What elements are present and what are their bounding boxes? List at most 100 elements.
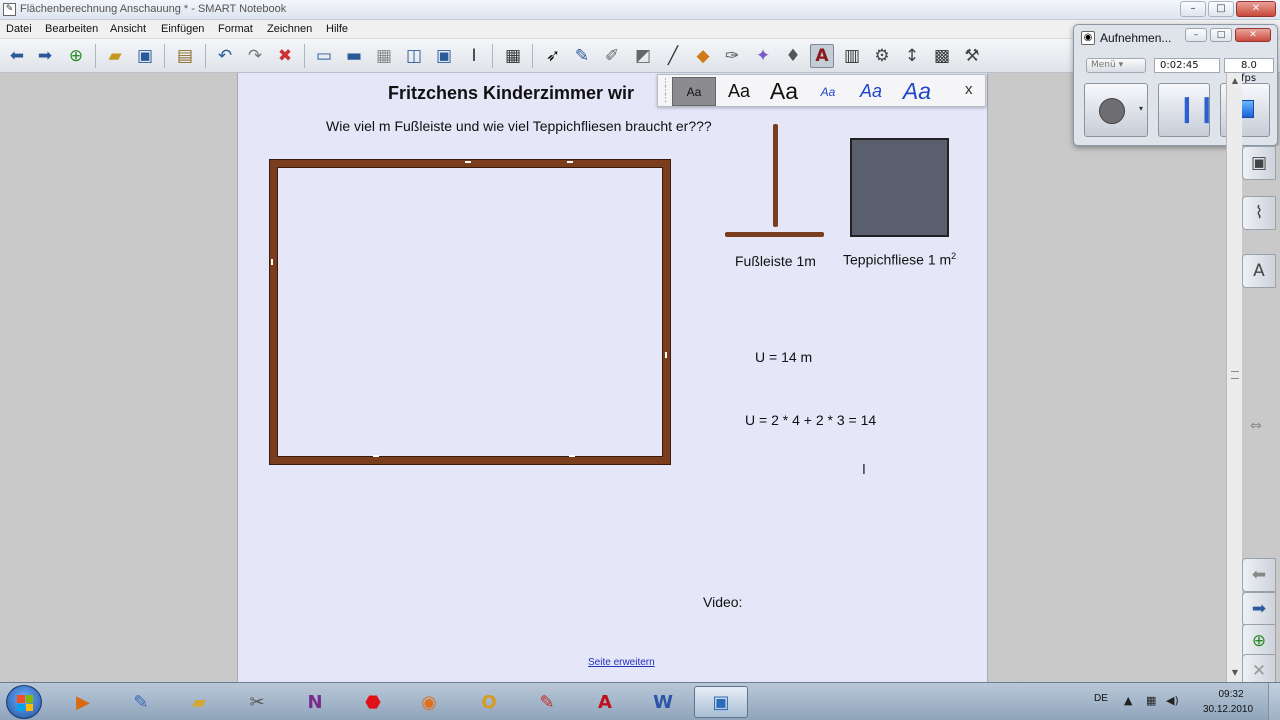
fill-icon[interactable]: ♦ (781, 44, 805, 68)
font-style-small-selected[interactable]: Aa (672, 77, 716, 106)
scroll-down-icon[interactable]: ▼ (1227, 665, 1243, 681)
font-style-large[interactable]: Aa (762, 77, 806, 106)
attachments-tab-icon[interactable]: ⌇ (1242, 196, 1276, 230)
show-desktop-button[interactable] (1268, 683, 1280, 720)
extra-tools-icon[interactable]: ⚒ (960, 44, 984, 68)
volume-icon[interactable]: ◀) (1166, 694, 1179, 707)
shapes-icon[interactable]: ◆ (691, 44, 715, 68)
carpet-tile-label[interactable]: Teppichfliese 1 m2 (843, 251, 956, 268)
baseboard-label[interactable]: Fußleiste 1m (735, 253, 816, 269)
close-button[interactable]: ✕ (1236, 1, 1276, 17)
select-arrow-icon[interactable]: ➶ (541, 44, 565, 68)
recorder-maximize-button[interactable]: □ (1210, 28, 1232, 42)
room-floor-plan[interactable] (270, 160, 670, 464)
video-label[interactable]: Video: (703, 594, 742, 610)
back-arrow-icon[interactable]: ⬅ (5, 44, 29, 68)
notebook-page[interactable]: Fritzchens Kinderzimmer wir Wie viel m F… (237, 73, 988, 682)
recorder-close-button[interactable]: ✕ (1235, 28, 1271, 42)
undo-icon[interactable]: ↶ (213, 44, 237, 68)
sidebar-add-page-icon[interactable]: ⊕ (1242, 624, 1276, 658)
save-icon[interactable]: ▣ (133, 44, 157, 68)
network-icon[interactable]: ▦ (1146, 694, 1156, 707)
font-style-blue-small-italic[interactable]: Aa (808, 77, 848, 106)
stop-app-icon[interactable]: ⬣ (346, 686, 400, 718)
table-icon[interactable]: ▦ (501, 44, 525, 68)
record-button[interactable]: ▾ (1084, 83, 1148, 137)
carpet-tile[interactable] (850, 138, 949, 237)
page-sorter-tab-icon[interactable]: ▣ (1242, 146, 1276, 180)
sidebar-forward-icon[interactable]: ➡ (1242, 592, 1276, 626)
onenote-icon[interactable]: N (288, 686, 342, 718)
menu-ansicht[interactable]: Ansicht (110, 23, 146, 35)
redo-icon[interactable]: ↷ (243, 44, 267, 68)
forward-arrow-icon[interactable]: ➡ (33, 44, 57, 68)
file-explorer-icon[interactable]: ▰ (172, 686, 226, 718)
add-page-icon[interactable]: ⊕ (64, 44, 88, 68)
menu-bearbeiten[interactable]: Bearbeiten (45, 23, 98, 35)
delete-icon[interactable]: ✖ (273, 44, 297, 68)
screen-shade-icon[interactable]: ▭ (312, 44, 336, 68)
eraser-icon[interactable]: ◩ (631, 44, 655, 68)
sidebar-back-icon[interactable]: ⬅ (1242, 558, 1276, 592)
measure-icon[interactable]: ⚙ (870, 44, 894, 68)
text-cursor-icon[interactable]: I (462, 44, 486, 68)
dual-page-icon[interactable]: ◫ (402, 44, 426, 68)
video-icon[interactable]: ▩ (930, 44, 954, 68)
recorder-minimize-button[interactable]: – (1185, 28, 1207, 42)
extend-page-link[interactable]: Seite erweitern (588, 657, 655, 668)
text-icon[interactable]: A (810, 44, 834, 68)
language-indicator[interactable]: DE (1094, 693, 1108, 704)
smart-recorder-icon[interactable]: ▣ (694, 686, 748, 718)
baseboard-piece-vertical[interactable] (773, 124, 778, 227)
perimeter-calculation[interactable]: U = 2 * 4 + 2 * 3 = 14 (745, 412, 876, 428)
clock-date[interactable]: 30.12.2010 (1198, 704, 1258, 715)
magic-pen-icon[interactable]: ✑ (720, 44, 744, 68)
menu-einfuegen[interactable]: Einfügen (161, 23, 204, 35)
properties-icon[interactable]: ▥ (840, 44, 864, 68)
move-toolbar-icon[interactable]: ↕ (900, 44, 924, 68)
maximize-button[interactable]: □ (1208, 1, 1234, 17)
menu-datei[interactable]: Datei (6, 23, 32, 35)
creative-pen-icon[interactable]: ✐ (600, 44, 624, 68)
vertical-scrollbar[interactable]: ▲ ▼ (1226, 73, 1242, 682)
recorder-menu-dropdown[interactable]: Menü ▾ (1086, 58, 1146, 73)
start-button[interactable] (6, 685, 42, 719)
windows-media-player-icon[interactable]: ▶ (56, 686, 110, 718)
line-icon[interactable]: ╱ (661, 44, 685, 68)
baseboard-piece-horizontal[interactable] (725, 232, 824, 237)
pause-button[interactable]: ❙❙ (1158, 83, 1218, 137)
full-screen-icon[interactable]: ▬ (342, 44, 366, 68)
firefox-icon[interactable]: ◉ (402, 686, 456, 718)
paint-icon[interactable]: ✎ (114, 686, 168, 718)
chevron-down-icon[interactable]: ▾ (1139, 104, 1143, 113)
outlook-icon[interactable]: O (462, 686, 516, 718)
drag-grip-icon[interactable]: ⋮ ⋮ ⋮ (661, 79, 670, 104)
show-hidden-icons-icon[interactable]: ▲ (1124, 694, 1132, 707)
scroll-grip-icon[interactable] (1231, 371, 1239, 379)
highlighter-icon[interactable]: ✦ (751, 44, 775, 68)
font-style-blue-large-italic[interactable]: Aa (894, 77, 940, 106)
font-bar-close-button[interactable]: x (965, 81, 973, 98)
smart-notebook-icon[interactable]: ✎ (520, 686, 574, 718)
clock-time[interactable]: 09:32 (1206, 689, 1256, 700)
question-text[interactable]: Wie viel m Fußleiste und wie viel Teppic… (326, 118, 712, 134)
font-style-medium[interactable]: Aa (718, 77, 760, 106)
acrobat-icon[interactable]: A (578, 686, 632, 718)
pen-icon[interactable]: ✎ (570, 44, 594, 68)
transparent-bg-icon[interactable]: ▦ (372, 44, 396, 68)
screen-capture-icon[interactable]: ▣ (432, 44, 456, 68)
open-folder-icon[interactable]: ▰ (103, 44, 127, 68)
paste-icon[interactable]: ▤ (173, 44, 197, 68)
perimeter-result[interactable]: U = 14 m (755, 349, 812, 365)
properties-tab-icon[interactable]: A (1242, 254, 1276, 288)
word-icon[interactable]: W (636, 686, 690, 718)
menu-format[interactable]: Format (218, 23, 253, 35)
scroll-up-icon[interactable]: ▲ (1227, 73, 1243, 89)
menu-hilfe[interactable]: Hilfe (326, 23, 348, 35)
font-style-blue-medium-italic[interactable]: Aa (850, 77, 892, 106)
minimize-button[interactable]: – (1180, 1, 1206, 17)
page-title[interactable]: Fritzchens Kinderzimmer wir (388, 83, 634, 104)
menu-zeichnen[interactable]: Zeichnen (267, 23, 312, 35)
resize-sidebar-icon[interactable]: ⇔ (1250, 418, 1262, 434)
snipping-tool-icon[interactable]: ✂ (230, 686, 284, 718)
